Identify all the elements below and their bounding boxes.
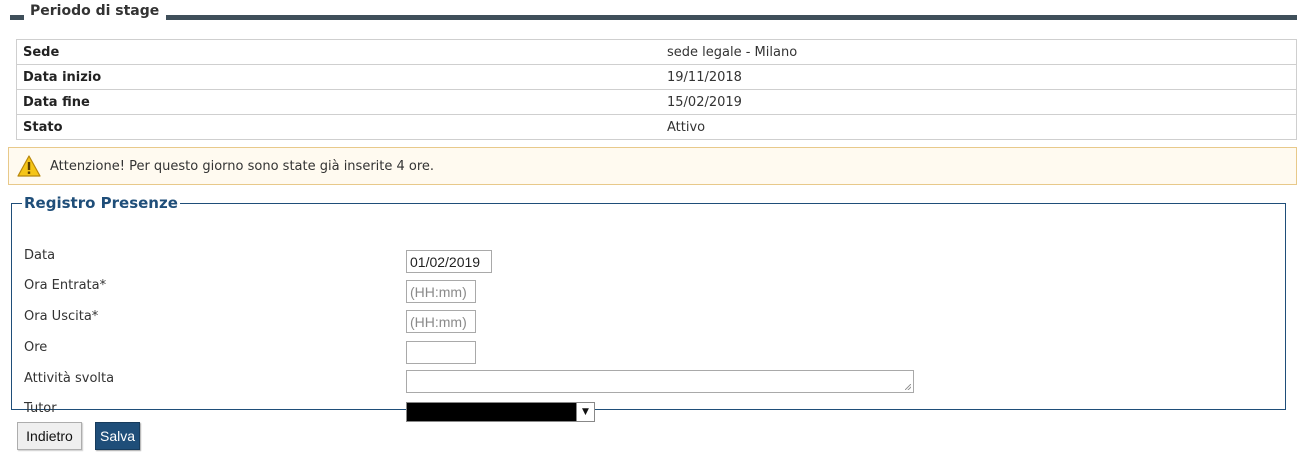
save-button[interactable]: Salva [95,422,140,450]
sede-value: sede legale - Milano [661,39,1297,65]
attivita-svolta-textarea[interactable] [406,370,914,393]
registro-presenze-title: Registro Presenze [24,194,178,212]
sede-label: Sede [16,39,661,65]
warning-text: Attenzione! Per questo giorno sono state… [50,158,435,174]
stage-section-header: Periodo di stage [8,0,1297,30]
ora-entrata-input[interactable]: (HH:mm) [406,280,476,303]
back-button[interactable]: Indietro [17,422,82,450]
tutor-select[interactable]: ▼ [406,402,595,422]
table-row: Data fine 15/02/2019 [16,89,1297,115]
data-label: Data [24,248,56,263]
data-fine-label: Data fine [16,89,661,115]
chevron-down-icon[interactable]: ▼ [576,403,594,421]
stato-label: Stato [16,114,661,140]
table-row: Data inizio 19/11/2018 [16,64,1297,90]
warning-icon [17,155,41,177]
ore-label: Ore [24,340,48,355]
data-inizio-value: 19/11/2018 [661,64,1297,90]
registro-presenze-fieldset: Registro Presenze Data 01/02/2019 Ora En… [11,194,1286,422]
table-row: Sede sede legale - Milano [16,39,1297,65]
data-input[interactable]: 01/02/2019 [406,250,492,273]
data-fine-value: 15/02/2019 [661,89,1297,115]
ora-uscita-input[interactable]: (HH:mm) [406,310,476,333]
attivita-svolta-label: Attività svolta [24,371,115,386]
ore-input[interactable] [406,341,476,364]
ora-uscita-label: Ora Uscita* [24,309,99,324]
table-row: Stato Attivo [16,114,1297,140]
stage-info-table: Sede sede legale - Milano Data inizio 19… [16,39,1297,140]
data-inizio-label: Data inizio [16,64,661,90]
stato-value: Attivo [661,114,1297,140]
ora-entrata-label: Ora Entrata* [24,278,107,293]
warning-message: Attenzione! Per questo giorno sono state… [8,147,1297,185]
resize-handle-icon[interactable] [905,384,911,390]
stage-section-title: Periodo di stage [27,3,163,19]
section-rule [166,15,1297,20]
section-tick [10,15,24,20]
tutor-label: Tutor [24,401,57,416]
